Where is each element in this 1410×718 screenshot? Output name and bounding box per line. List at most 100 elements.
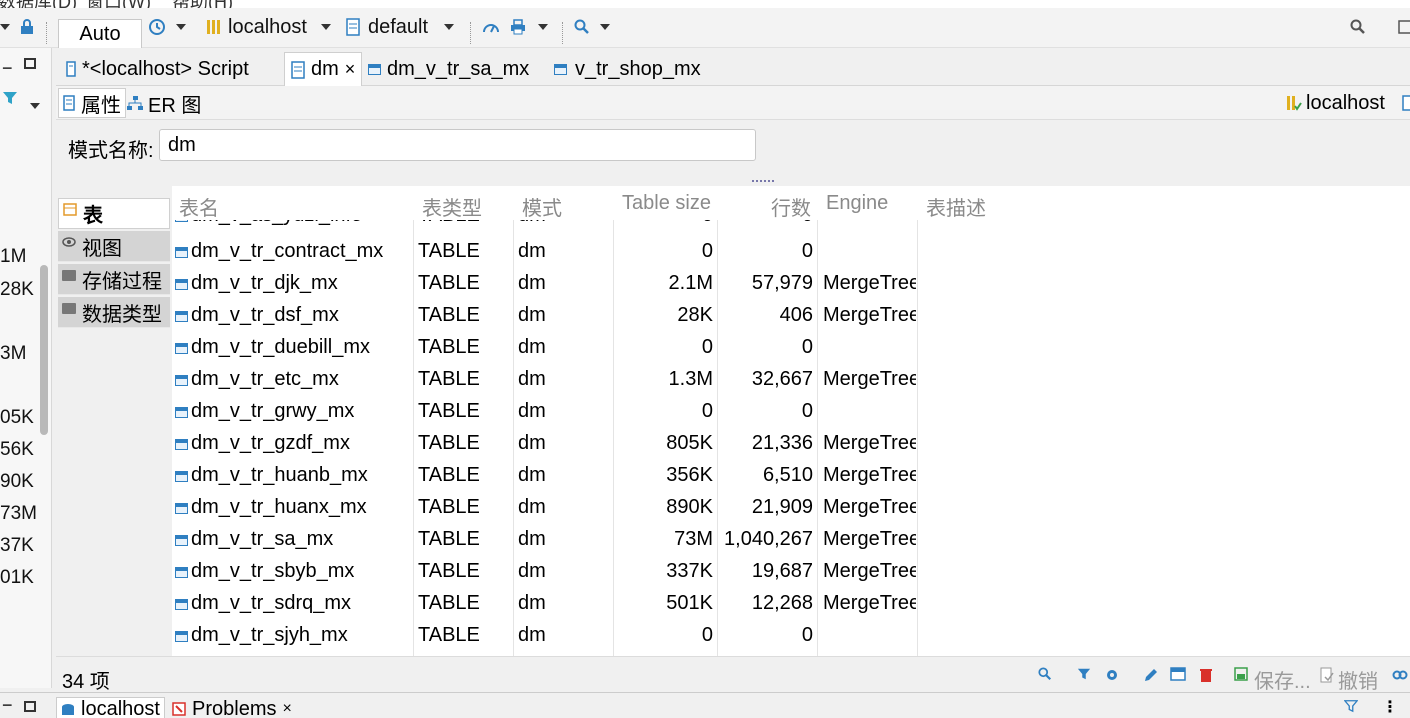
table-row[interactable]: dm_v_tr_duebill_mx TABLE dm 0 0 — [172, 332, 1410, 364]
schema-selector[interactable]: default — [346, 14, 455, 40]
schema-icon[interactable] — [1402, 95, 1410, 116]
cell-row-count: 0 — [801, 624, 813, 646]
tab-label: Problems — [192, 697, 277, 718]
table-icon — [175, 503, 188, 514]
save-button[interactable]: 保存... — [1254, 665, 1311, 694]
filter-dropdown-arrow[interactable] — [30, 96, 40, 114]
grid-header: 表名 表类型 模式 Table size 行数 Engine 表描述 — [172, 186, 1410, 220]
maximize-icon[interactable] — [24, 701, 36, 712]
search-icon[interactable] — [1038, 667, 1052, 686]
cell-engine: MergeTree — [823, 272, 916, 294]
editor-tab-bar: *<localhost> Script dm × dm_v_tr_sa_mx v… — [56, 48, 1410, 86]
link-icon[interactable] — [1392, 667, 1408, 688]
revert-icon[interactable] — [1320, 667, 1334, 688]
dashboard-icon[interactable] — [482, 14, 500, 40]
cell-row-count: 12,268 — [751, 592, 813, 614]
connection-label: localhost — [228, 15, 307, 38]
column-header-type[interactable]: 表类型 — [422, 192, 482, 221]
print-dropdown-arrow[interactable] — [538, 14, 548, 40]
print-icon[interactable] — [510, 14, 526, 40]
menu-help[interactable]: 帮助(H) — [172, 0, 233, 8]
lock-icon[interactable] — [20, 14, 34, 40]
table-row[interactable]: dm_v_tr_etc_mx TABLE dm 1.3M 32,667 MergeTree — [172, 364, 1410, 396]
column-header-description[interactable]: 表描述 — [926, 192, 986, 221]
search-icon[interactable] — [574, 14, 590, 40]
table-row[interactable]: dm_v_tr_huanb_mx TABLE dm 356K 6,510 MergeTre… — [172, 460, 1410, 492]
global-search-icon[interactable] — [1350, 14, 1366, 40]
filter-icon[interactable] — [2, 90, 18, 111]
menu-bar: 数据库(D) 窗口(W) 帮助(H) — [0, 0, 1410, 8]
history-dropdown-arrow[interactable] — [176, 14, 186, 40]
category-tables[interactable]: 表 — [58, 198, 170, 229]
close-icon[interactable]: × — [345, 59, 356, 80]
more-options-icon[interactable]: ⋮ — [1382, 697, 1398, 717]
connection-selector[interactable]: localhost — [206, 14, 331, 40]
category-procedures[interactable]: 存储过程 — [58, 264, 170, 295]
cell-engine: MergeTree — [823, 592, 916, 614]
cell-table-size: 2.1M — [668, 272, 713, 294]
cell-table-size: 0 — [701, 624, 713, 646]
revert-button[interactable]: 撤销 — [1338, 665, 1378, 694]
toolbar-separator — [46, 22, 47, 44]
delete-icon[interactable] — [1199, 667, 1213, 688]
cell-schema: dm — [518, 592, 546, 614]
tab-problems[interactable]: Problems × — [168, 697, 296, 718]
category-data-types[interactable]: 数据类型 — [58, 297, 170, 328]
table-row[interactable]: dm_v_tr_dsf_mx TABLE dm 28K 406 MergeTree — [172, 300, 1410, 332]
tab-script[interactable]: *<localhost> Script — [58, 52, 255, 86]
column-divider — [413, 186, 414, 656]
connection-link[interactable]: localhost — [1282, 88, 1389, 118]
tab-properties[interactable]: 属性 — [58, 88, 126, 118]
table-row[interactable]: dm_v_tr_huanx_mx TABLE dm 890K 21,909 MergeTr… — [172, 492, 1410, 524]
toolbar-dropdown-arrow[interactable] — [0, 14, 10, 40]
menu-window[interactable]: 窗口(W) — [86, 0, 151, 8]
minimize-icon[interactable]: − — [2, 695, 13, 716]
table-row[interactable]: dm_v_tr_sjyh_mx TABLE dm 0 0 — [172, 620, 1410, 652]
tab-v-tr-shop-mx[interactable]: v_tr_shop_mx — [548, 52, 707, 86]
close-icon[interactable]: × — [282, 700, 291, 718]
filter-icon[interactable] — [1077, 667, 1091, 686]
edit-icon[interactable] — [1143, 667, 1159, 688]
transaction-mode-box[interactable]: Auto — [58, 19, 142, 49]
navigator-scrollbar[interactable] — [40, 265, 48, 435]
menu-database[interactable]: 数据库(D) — [0, 0, 77, 8]
table-row[interactable]: dm_v_tr_djk_mx TABLE dm 2.1M 57,979 MergeTree — [172, 268, 1410, 300]
tab-dm-v-tr-sa-mx[interactable]: dm_v_tr_sa_mx — [362, 52, 535, 86]
connection-dropdown-arrow[interactable] — [320, 24, 331, 30]
maximize-icon[interactable] — [24, 58, 36, 69]
splitter-handle[interactable] — [752, 180, 774, 184]
table-row[interactable]: dm_v_tr_sbyb_mx TABLE dm 337K 19,687 MergeTre… — [172, 556, 1410, 588]
navigator-size-value: 01K — [0, 567, 34, 588]
history-icon[interactable] — [148, 14, 166, 40]
column-header-schema[interactable]: 模式 — [522, 192, 562, 221]
save-icon[interactable] — [1234, 667, 1248, 686]
column-header-name[interactable]: 表名 — [179, 192, 219, 221]
schema-name-input[interactable] — [159, 129, 756, 161]
table-row[interactable]: dm_v_tr_sa_mx TABLE dm 73M 1,040,267 MergeTre… — [172, 524, 1410, 556]
gear-icon[interactable] — [1104, 667, 1120, 688]
tab-dm[interactable]: dm × — [284, 52, 363, 86]
search-dropdown-arrow[interactable] — [600, 14, 610, 40]
table-row[interactable]: dm_v_tr_grwy_mx TABLE dm 0 0 — [172, 396, 1410, 428]
item-count: 34 项 — [62, 671, 110, 693]
tab-localhost[interactable]: localhost — [56, 697, 165, 718]
add-table-icon[interactable] — [1170, 667, 1186, 686]
column-header-size[interactable]: Table size — [622, 192, 711, 215]
perspective-icon[interactable] — [1398, 14, 1410, 40]
table-icon — [175, 279, 188, 290]
navigator-size-value: 05K — [0, 407, 34, 428]
cell-table-type: TABLE — [418, 400, 480, 422]
table-row[interactable]: dm_v_tr_contract_mx TABLE dm 0 0 — [172, 236, 1410, 268]
minimize-icon[interactable]: − — [2, 58, 13, 79]
tab-er-diagram[interactable]: ER 图 — [122, 88, 205, 118]
table-row[interactable]: dm_v_tr_sdrq_mx TABLE dm 501K 12,268 MergeTre… — [172, 588, 1410, 620]
cell-table-type: TABLE — [418, 624, 480, 646]
cell-table-name: dm_v_tr_grwy_mx — [191, 400, 355, 422]
filter-icon[interactable] — [1343, 699, 1359, 718]
navigator-size-value: 73M — [0, 503, 37, 524]
column-header-engine[interactable]: Engine — [826, 192, 888, 215]
table-row[interactable]: dm_v_tr_gzdf_mx TABLE dm 805K 21,336 MergeTre… — [172, 428, 1410, 460]
category-views[interactable]: 视图 — [58, 231, 170, 262]
column-header-rows[interactable]: 行数 — [771, 192, 811, 221]
schema-dropdown-arrow[interactable] — [444, 24, 455, 30]
